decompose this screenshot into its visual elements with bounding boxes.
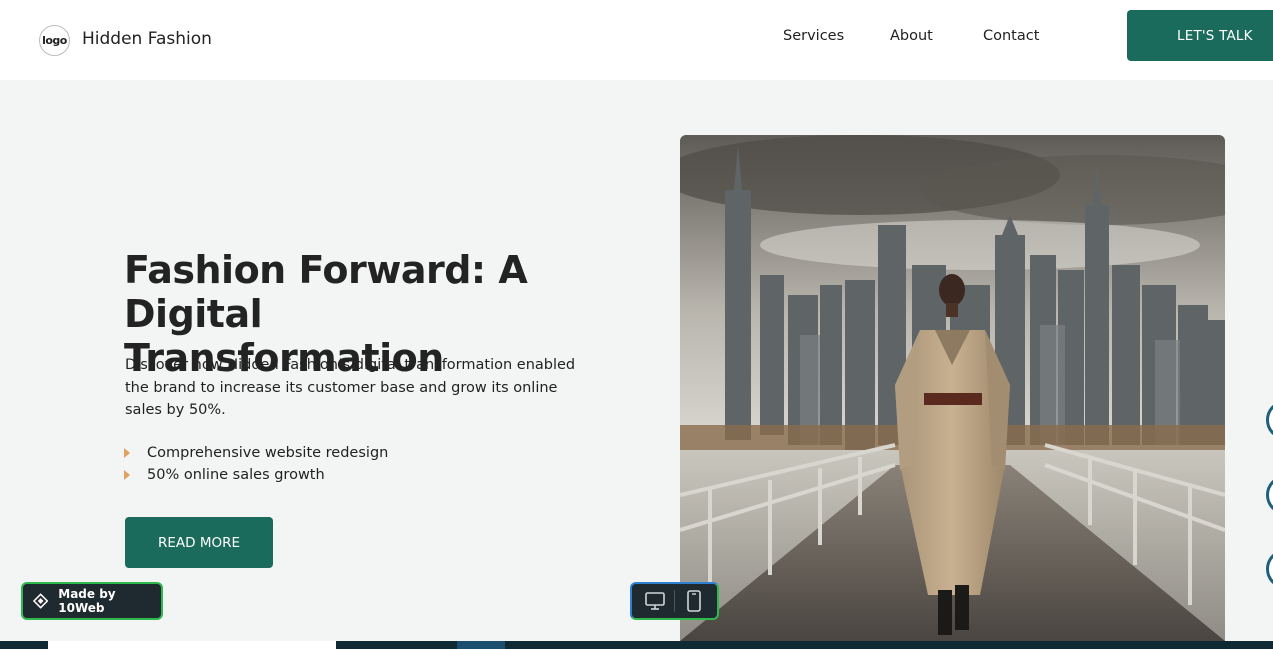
desktop-view-button[interactable]: [643, 589, 667, 613]
bottom-thumbnail: [48, 641, 336, 649]
hero-description: Discover how Hidden Fashion’s digital tr…: [125, 357, 576, 418]
triangle-bullet-icon: [124, 448, 130, 458]
lets-talk-button[interactable]: LET'S TALK: [1127, 10, 1273, 61]
list-item-text: 50% online sales growth: [147, 467, 325, 483]
hero-section: Fashion Forward: A Digital Transformatio…: [0, 80, 1273, 641]
nav-services[interactable]: Services: [783, 28, 844, 44]
site-header: logo Hidden Fashion Services About Conta…: [0, 0, 1273, 80]
divider: [673, 590, 675, 612]
bottom-thumbnail: [457, 641, 505, 649]
feature-list: Comprehensive website redesign 50% onlin…: [124, 442, 388, 486]
nav-about[interactable]: About: [890, 28, 933, 44]
hero-image: [680, 135, 1225, 641]
mobile-view-button[interactable]: [682, 589, 706, 613]
logo[interactable]: logo: [39, 25, 70, 56]
mobile-icon: [686, 590, 701, 612]
read-more-button[interactable]: READ MORE: [125, 517, 273, 568]
desktop-icon: [645, 592, 666, 610]
nav-contact[interactable]: Contact: [983, 28, 1039, 44]
list-item: Comprehensive website redesign: [124, 442, 388, 464]
badge-label: Made by 10Web: [58, 587, 116, 615]
brand-name[interactable]: Hidden Fashion: [82, 29, 212, 49]
made-by-10web-badge[interactable]: Made by 10Web: [21, 582, 163, 620]
device-switcher: [630, 582, 719, 620]
triangle-bullet-icon: [124, 470, 130, 480]
10web-logo-icon: [33, 593, 49, 609]
list-item-text: Comprehensive website redesign: [147, 445, 389, 461]
list-item: 50% online sales growth: [124, 464, 388, 486]
